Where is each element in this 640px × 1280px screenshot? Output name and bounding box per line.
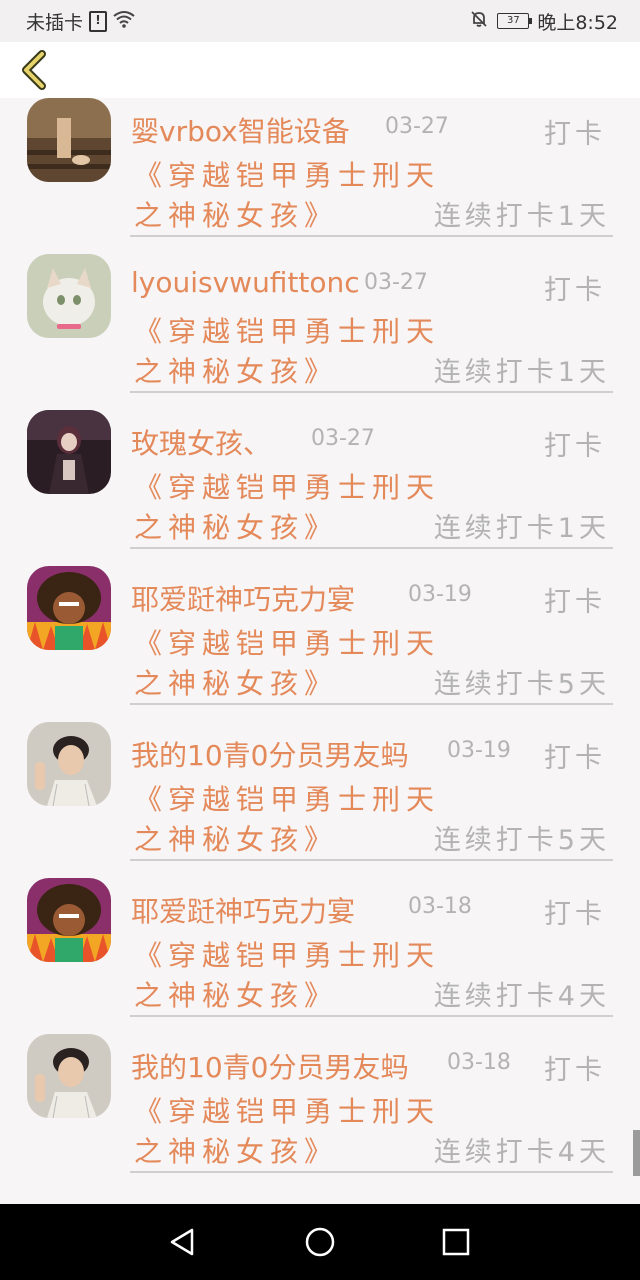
list-item[interactable]: 耶爱跹神巧克力宴 03-19 打卡 《穿越铠甲勇士刑天 之神秘女孩》 连续打卡5… bbox=[0, 566, 640, 722]
divider bbox=[130, 391, 613, 393]
divider bbox=[130, 703, 613, 705]
back-triangle-icon bbox=[170, 1228, 194, 1256]
checkin-label: 打卡 bbox=[544, 119, 606, 150]
user-name[interactable]: lyouisvwufittonc bbox=[131, 266, 360, 299]
home-circle-icon bbox=[305, 1227, 335, 1257]
divider bbox=[130, 1171, 613, 1173]
checkin-date: 03-19 bbox=[408, 582, 472, 607]
recents-square-icon bbox=[442, 1228, 470, 1256]
checkin-date: 03-18 bbox=[447, 1050, 511, 1075]
checkin-date: 03-18 bbox=[408, 894, 472, 919]
user-name[interactable]: 婴vrbox智能设备 bbox=[131, 110, 350, 150]
avatar[interactable] bbox=[27, 410, 111, 494]
streak-label: 连续打卡1天 bbox=[433, 357, 610, 388]
battery-icon: 37 bbox=[497, 13, 533, 29]
streak-label: 连续打卡5天 bbox=[433, 669, 610, 700]
avatar[interactable] bbox=[27, 98, 111, 182]
list-item[interactable]: 婴vrbox智能设备 03-27 打卡 《穿越铠甲勇士刑天 之神秘女孩》 连续打… bbox=[0, 98, 640, 254]
carrier-label: 未插卡 bbox=[26, 11, 84, 34]
book-title-line1[interactable]: 《穿越铠甲勇士刑天 bbox=[134, 622, 440, 662]
checkin-list[interactable]: 婴vrbox智能设备 03-27 打卡 《穿越铠甲勇士刑天 之神秘女孩》 连续打… bbox=[0, 98, 640, 1204]
scrollbar[interactable] bbox=[633, 1130, 640, 1176]
book-title-line2[interactable]: 之神秘女孩》 bbox=[134, 194, 338, 234]
checkin-date: 03-27 bbox=[364, 270, 428, 295]
checkin-label: 打卡 bbox=[544, 899, 606, 930]
streak-label: 连续打卡5天 bbox=[433, 825, 610, 856]
book-title-line1[interactable]: 《穿越铠甲勇士刑天 bbox=[134, 154, 440, 194]
nav-back-button[interactable] bbox=[162, 1222, 202, 1262]
checkin-label: 打卡 bbox=[544, 743, 606, 774]
book-title-line1[interactable]: 《穿越铠甲勇士刑天 bbox=[134, 310, 440, 350]
book-title-line2[interactable]: 之神秘女孩》 bbox=[134, 506, 338, 546]
nav-recents-button[interactable] bbox=[436, 1222, 476, 1262]
book-title-line2[interactable]: 之神秘女孩》 bbox=[134, 974, 338, 1014]
book-title-line2[interactable]: 之神秘女孩》 bbox=[134, 818, 338, 858]
mute-bell-icon bbox=[469, 9, 489, 34]
streak-label: 连续打卡1天 bbox=[433, 201, 610, 232]
avatar[interactable] bbox=[27, 722, 111, 806]
user-name[interactable]: 耶爱跹神巧克力宴 bbox=[131, 890, 355, 930]
checkin-label: 打卡 bbox=[544, 1055, 606, 1086]
user-name[interactable]: 耶爱跹神巧克力宴 bbox=[131, 578, 355, 618]
list-item[interactable]: 我的10青0分员男友蚂 03-18 打卡 《穿越铠甲勇士刑天 之神秘女孩》 连续… bbox=[0, 1034, 640, 1190]
list-item[interactable]: lyouisvwufittonc 03-27 打卡 《穿越铠甲勇士刑天 之神秘女… bbox=[0, 254, 640, 410]
book-title-line2[interactable]: 之神秘女孩》 bbox=[134, 1130, 338, 1170]
checkin-date: 03-27 bbox=[385, 114, 449, 139]
avatar[interactable] bbox=[27, 1034, 111, 1118]
avatar[interactable] bbox=[27, 878, 111, 962]
list-item[interactable]: 我的10青0分员男友蚂 03-19 打卡 《穿越铠甲勇士刑天 之神秘女孩》 连续… bbox=[0, 722, 640, 878]
status-bar: 未插卡 ! 37 晚上8:52 bbox=[0, 0, 640, 42]
divider bbox=[130, 859, 613, 861]
book-title-line2[interactable]: 之神秘女孩》 bbox=[134, 662, 338, 702]
avatar[interactable] bbox=[27, 254, 111, 338]
book-title-line1[interactable]: 《穿越铠甲勇士刑天 bbox=[134, 934, 440, 974]
user-name[interactable]: 我的10青0分员男友蚂 bbox=[131, 734, 408, 774]
list-item[interactable]: 耶爱跹神巧克力宴 03-18 打卡 《穿越铠甲勇士刑天 之神秘女孩》 连续打卡4… bbox=[0, 878, 640, 1034]
user-name[interactable]: 玫瑰女孩、 bbox=[131, 422, 271, 462]
checkin-date: 03-27 bbox=[311, 426, 375, 451]
list-item[interactable]: 玫瑰女孩、 03-27 打卡 《穿越铠甲勇士刑天 之神秘女孩》 连续打卡1天 bbox=[0, 410, 640, 566]
checkin-date: 03-19 bbox=[447, 738, 511, 763]
checkin-label: 打卡 bbox=[544, 275, 606, 306]
nav-home-button[interactable] bbox=[300, 1222, 340, 1262]
streak-label: 连续打卡4天 bbox=[433, 981, 610, 1012]
chevron-left-icon bbox=[22, 50, 46, 90]
divider bbox=[130, 1015, 613, 1017]
clock-time: 晚上8:52 bbox=[537, 11, 618, 34]
divider bbox=[130, 547, 613, 549]
book-title-line1[interactable]: 《穿越铠甲勇士刑天 bbox=[134, 778, 440, 818]
avatar[interactable] bbox=[27, 566, 111, 650]
header-bar bbox=[0, 42, 640, 98]
back-button[interactable] bbox=[16, 50, 56, 90]
checkin-label: 打卡 bbox=[544, 431, 606, 462]
streak-label: 连续打卡4天 bbox=[433, 1137, 610, 1168]
divider bbox=[130, 235, 613, 237]
wifi-icon bbox=[113, 10, 135, 33]
sim-alert-icon: ! bbox=[89, 10, 108, 32]
streak-label: 连续打卡1天 bbox=[433, 513, 610, 544]
user-name[interactable]: 我的10青0分员男友蚂 bbox=[131, 1046, 408, 1086]
book-title-line1[interactable]: 《穿越铠甲勇士刑天 bbox=[134, 466, 440, 506]
book-title-line1[interactable]: 《穿越铠甲勇士刑天 bbox=[134, 1090, 440, 1130]
book-title-line2[interactable]: 之神秘女孩》 bbox=[134, 350, 338, 390]
system-nav-bar bbox=[0, 1204, 640, 1280]
checkin-label: 打卡 bbox=[544, 587, 606, 618]
